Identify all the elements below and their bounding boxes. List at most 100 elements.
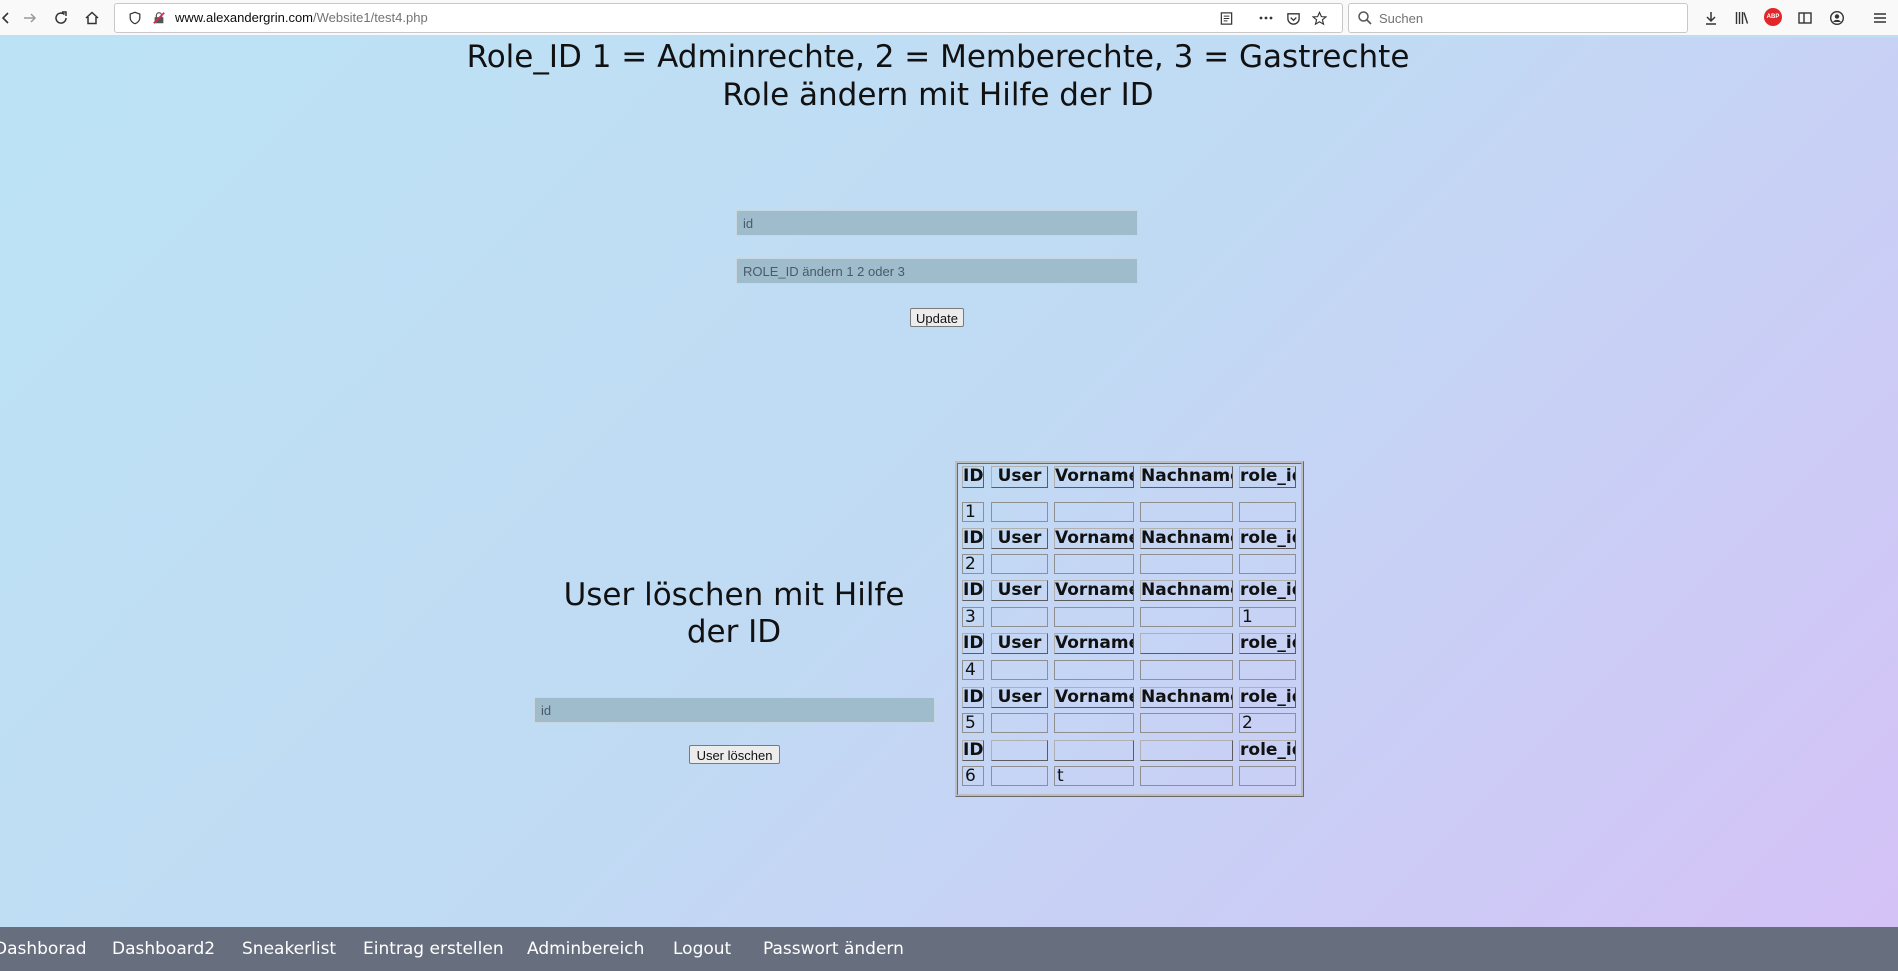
table-header-nachname: Nachname [1140,528,1233,549]
table-header-role-id: role_id [1239,466,1296,488]
table-cell-nachname [1140,660,1233,680]
table-header-id: ID [962,687,984,708]
table-cell-id: 1 [962,502,984,522]
table-cell-vorname [1054,713,1134,733]
browser-toolbar: www.alexandergrin.com/Website1/test4.php… [0,0,1898,36]
account-icon[interactable] [1825,6,1849,30]
table-cell-user [991,554,1048,574]
search-bar[interactable]: Suchen [1348,3,1688,33]
insecure-lock-icon[interactable] [151,10,167,26]
table-header-user: User [991,466,1048,488]
table-header-user: User [991,687,1048,708]
table-cell-user [991,766,1048,786]
table-header-vorname [1054,740,1134,761]
table-header-nachname [1140,633,1233,654]
url-text[interactable]: www.alexandergrin.com/Website1/test4.php [175,10,428,25]
table-header-user: User [991,528,1048,549]
table-header-role-id: role_id [1239,528,1296,549]
table-cell-role-id [1239,766,1296,786]
table-cell-user [991,713,1048,733]
table-header-id: ID [962,528,984,549]
table-cell-nachname [1140,607,1233,627]
nav-sneakerlist[interactable]: Sneakerlist [242,939,336,959]
role-id-input[interactable]: ROLE_ID ändern 1 2 oder 3 [736,258,1138,284]
page-content: Role_ID 1 = Adminrechte, 2 = Memberechte… [0,37,1898,971]
table-cell-vorname [1054,607,1134,627]
home-icon[interactable] [80,6,104,30]
table-header-role-id: role_id [1239,687,1296,708]
table-header-nachname [1140,740,1233,761]
table-header-vorname: Vorname [1054,580,1134,601]
search-placeholder: Suchen [1379,11,1424,26]
table-header-role-id: role_id [1239,580,1296,601]
table-cell-role-id: 1 [1239,607,1296,627]
update-button[interactable]: Update [910,308,964,327]
nav-dashboard2[interactable]: Dashboard2 [112,939,215,959]
table-cell-id: 3 [962,607,984,627]
table-header-user: User [991,633,1048,654]
table-header-nachname: Nachname [1140,466,1233,488]
table-cell-id: 2 [962,554,984,574]
table-header-id: ID [962,466,984,488]
table-header-vorname: Vorname [1054,633,1134,654]
shield-icon[interactable] [127,10,143,26]
table-cell-vorname [1054,554,1134,574]
users-table: ID User Vorname Nachname role_id 1 ID User Vorna… [955,461,1304,797]
update-id-input[interactable]: id [736,210,1138,236]
table-header-nachname: Nachname [1140,687,1233,708]
nav-eintrag-erstellen[interactable]: Eintrag erstellen [363,939,504,959]
nav-logout[interactable]: Logout [673,939,731,959]
reload-icon[interactable] [49,6,73,30]
nav-dashborad[interactable]: Dashborad [0,939,87,959]
table-cell-nachname [1140,554,1233,574]
table-cell-id: 5 [962,713,984,733]
table-cell-nachname [1140,502,1233,522]
table-header-id: ID [962,633,984,654]
page-actions-icon[interactable] [1258,10,1274,26]
nav-passwort-aendern[interactable]: Passwort ändern [763,939,904,959]
table-header-vorname: Vorname [1054,466,1134,488]
table-header-vorname: Vorname [1054,528,1134,549]
forward-icon[interactable] [18,6,42,30]
delete-id-input[interactable]: id [534,697,935,723]
reader-view-icon[interactable] [1218,10,1234,26]
library-icon[interactable] [1730,6,1754,30]
back-icon[interactable] [0,6,18,30]
downloads-icon[interactable] [1699,6,1723,30]
delete-user-button[interactable]: User löschen [689,745,780,764]
table-cell-user [991,607,1048,627]
table-cell-vorname: t [1054,766,1134,786]
table-cell-role-id [1239,502,1296,522]
roles-heading: Role_ID 1 = Adminrechte, 2 = Memberechte… [466,39,1410,75]
table-cell-user [991,660,1048,680]
search-icon [1358,11,1372,25]
table-header-user [991,740,1048,761]
role-change-heading: Role ändern mit Hilfe der ID [722,77,1154,113]
table-header-user: User [991,580,1048,601]
menu-icon[interactable] [1868,6,1892,30]
nav-adminbereich[interactable]: Adminbereich [527,939,644,959]
bookmark-star-icon[interactable] [1311,10,1327,26]
url-bar[interactable]: www.alexandergrin.com/Website1/test4.php [114,3,1343,33]
sidebar-icon[interactable] [1793,6,1817,30]
table-cell-role-id [1239,660,1296,680]
delete-user-heading: User löschen mit Hilfe der ID [563,577,905,650]
table-header-nachname: Nachname [1140,580,1233,601]
table-cell-id: 4 [962,660,984,680]
table-header-id: ID [962,740,984,761]
table-cell-nachname [1140,766,1233,786]
table-header-role-id: role_id [1239,633,1296,654]
table-cell-vorname [1054,502,1134,522]
table-cell-user [991,502,1048,522]
bottom-nav: Dashborad Dashboard2 Sneakerlist Eintrag… [0,927,1898,971]
table-header-id: ID [962,580,984,601]
table-cell-id: 6 [962,766,984,786]
table-cell-role-id [1239,554,1296,574]
adblock-icon[interactable]: ABP [1764,8,1782,26]
table-header-role-id: role_id [1239,740,1296,761]
pocket-icon[interactable] [1285,10,1301,26]
table-cell-nachname [1140,713,1233,733]
table-cell-role-id: 2 [1239,713,1296,733]
table-cell-vorname [1054,660,1134,680]
table-header-vorname: Vorname [1054,687,1134,708]
